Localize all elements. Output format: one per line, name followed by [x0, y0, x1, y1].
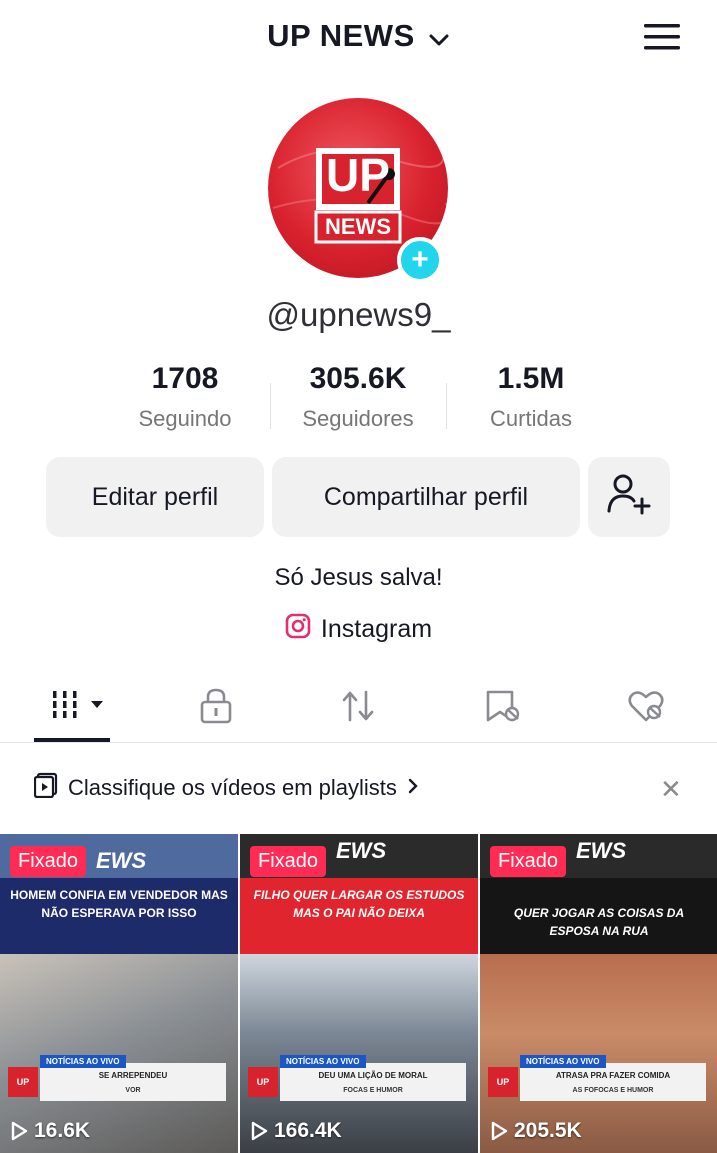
playlist-prompt[interactable]: Classifique os vídeos em playlists [33, 772, 419, 804]
news-logo: UP [8, 1067, 38, 1097]
stat-followers-label: Seguidores [302, 406, 414, 431]
tab-divider [0, 742, 717, 743]
tab-reposts[interactable] [338, 686, 378, 726]
lower-third-text: ATRASA PRA FAZER COMIDA [555, 1071, 671, 1080]
live-tag: NOTÍCIAS AO VIVO [520, 1055, 606, 1068]
thumbnail-brand: EWS [336, 838, 387, 863]
chevron-down-icon [428, 20, 450, 56]
avatar-logo-up: UP [326, 149, 390, 201]
view-count-value: 16.6K [34, 1119, 91, 1142]
lower-third-sub: FOCAS E HUMOR [343, 1087, 403, 1094]
pinned-badge: Fixado [250, 846, 327, 877]
tab-favorites[interactable] [482, 686, 522, 726]
add-user-icon [606, 471, 652, 524]
stat-followers[interactable]: 305.6K Seguidores [268, 362, 448, 432]
lower-third: NOTÍCIAS AO VIVO ATRASA PRA FAZER COMIDA… [520, 1055, 706, 1101]
lower-third: NOTÍCIAS AO VIVO DEU UMA LIÇÃO DE MORAL … [280, 1055, 466, 1101]
thumbnail-brand: EWS [96, 848, 147, 873]
playlist-prompt-text: Classifique os vídeos em playlists [68, 775, 397, 800]
tab-liked[interactable] [626, 686, 666, 726]
pinned-badge: Fixado [10, 846, 87, 877]
account-switcher[interactable]: UP NEWS [0, 18, 717, 56]
live-tag: NOTÍCIAS AO VIVO [40, 1055, 126, 1068]
stat-following-value: 1708 [151, 362, 219, 395]
close-icon[interactable]: ✕ [660, 774, 682, 805]
profile-bio: Só Jesus salva! [274, 564, 443, 591]
videos-grid-icon [53, 691, 103, 718]
edit-profile-button[interactable]: Editar perfil [46, 457, 264, 537]
video-thumbnail[interactable]: Fixado EWS FILHO QUER LARGAR OS ESTUDOS … [240, 834, 478, 1153]
add-friends-button[interactable] [588, 457, 670, 537]
add-story-button[interactable]: + [397, 237, 443, 283]
lower-third-text: DEU UMA LIÇÃO DE MORAL [318, 1071, 428, 1080]
stat-likes-label: Curtidas [490, 406, 572, 431]
account-name: UP NEWS [267, 18, 415, 53]
repost-icon [342, 690, 374, 722]
play-icon [11, 1121, 28, 1141]
view-count-value: 166.4K [274, 1119, 342, 1142]
liked-hidden-icon [628, 691, 664, 722]
profile-handle: @upnews9_ [266, 296, 451, 333]
stat-likes-value: 1.5M [497, 362, 565, 395]
instagram-link[interactable]: Instagram [0, 613, 717, 646]
instagram-icon [285, 613, 311, 646]
lower-third-sub: VOR [125, 1087, 141, 1094]
stat-following-label: Seguindo [138, 406, 232, 431]
stat-likes[interactable]: 1.5M Curtidas [441, 362, 621, 432]
share-profile-button[interactable]: Compartilhar perfil [272, 457, 580, 537]
play-icon [491, 1121, 508, 1141]
play-icon [251, 1121, 268, 1141]
thumbnail-brand: EWS [576, 838, 627, 863]
tab-private[interactable] [196, 686, 236, 726]
lower-third-sub: AS FOFOCAS E HUMOR [572, 1087, 654, 1094]
tab-videos[interactable] [50, 686, 110, 726]
live-tag: NOTÍCIAS AO VIVO [280, 1055, 366, 1068]
thumbnail-headline: HOMEM CONFIA EM VENDEDOR MAS NÃO ESPERAV… [10, 888, 228, 920]
lower-third: NOTÍCIAS AO VIVO SE ARREPENDEU VOR [40, 1055, 226, 1101]
playlist-icon [33, 772, 58, 804]
instagram-link-label: Instagram [320, 615, 433, 643]
stat-followers-value: 305.6K [309, 362, 407, 395]
lower-third-text: SE ARREPENDEU [98, 1071, 168, 1080]
view-count: 205.5K [490, 1119, 582, 1143]
news-logo: UP [248, 1067, 278, 1097]
chevron-right-icon [407, 775, 419, 801]
hamburger-menu-icon[interactable] [642, 22, 682, 52]
news-logo: UP [488, 1067, 518, 1097]
stat-following[interactable]: 1708 Seguindo [95, 362, 275, 432]
view-count-value: 205.5K [514, 1119, 582, 1142]
pinned-badge: Fixado [490, 846, 567, 877]
thumbnail-headline: FILHO QUER LARGAR OS ESTUDOS MAS O PAI N… [253, 888, 465, 920]
view-count: 16.6K [10, 1119, 90, 1143]
lock-icon [200, 688, 232, 724]
thumbnail-headline: QUER JOGAR AS COISAS DA ESPOSA NA RUA [513, 906, 685, 938]
view-count: 166.4K [250, 1119, 342, 1143]
avatar-logo-news: NEWS [325, 214, 391, 239]
video-thumbnail[interactable]: Fixado EWS HOMEM CONFIA EM VENDEDOR MAS … [0, 834, 238, 1153]
favorites-hidden-icon [486, 690, 520, 722]
video-thumbnail[interactable]: Fixado EWS QUER JOGAR AS COISAS DA ESPOS… [480, 834, 717, 1153]
